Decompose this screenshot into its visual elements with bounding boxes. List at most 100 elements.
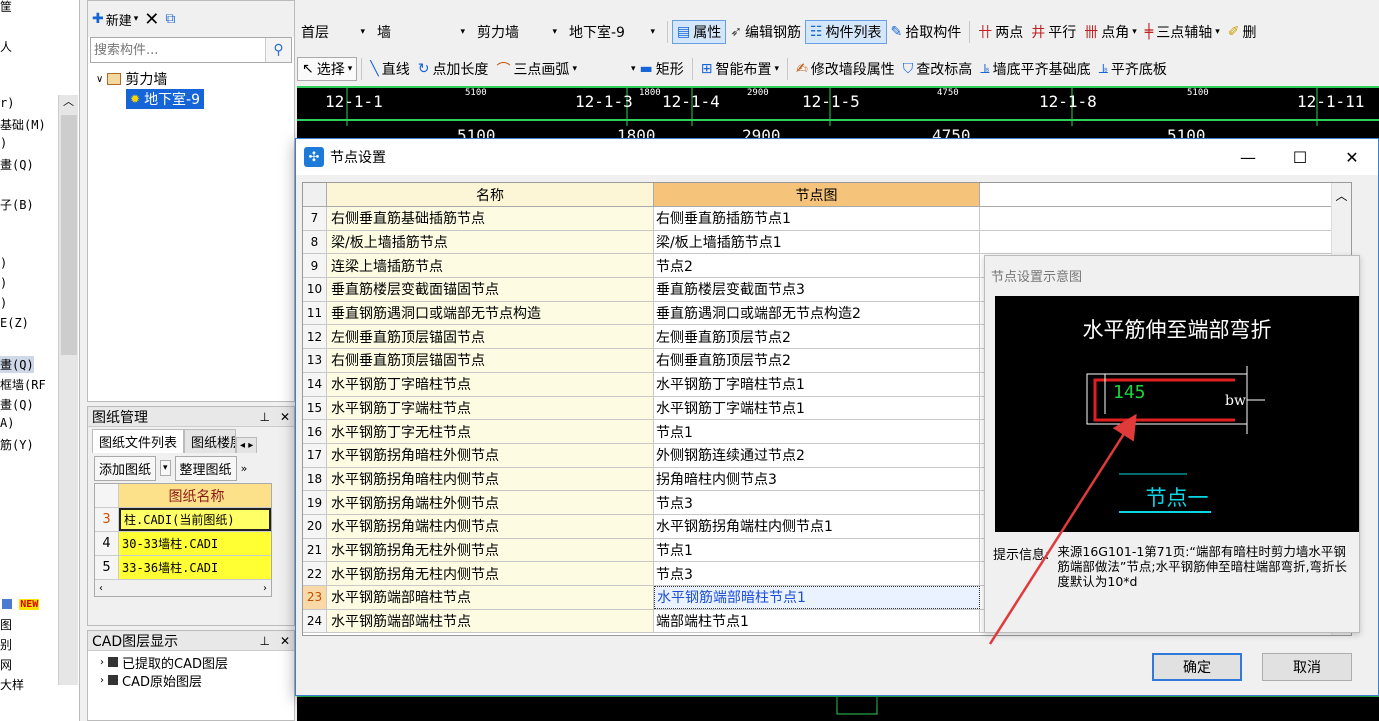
cancel-button[interactable]: 取消 — [1262, 653, 1352, 681]
left-module-item[interactable]: ) — [0, 296, 7, 310]
chevron-right-icon[interactable]: › — [263, 583, 267, 594]
left-module-item[interactable]: 畫(Q) — [0, 356, 34, 373]
row-node-select[interactable]: 水平钢筋拐角端柱内侧节点1 — [654, 514, 980, 538]
expand-icon[interactable]: › — [100, 675, 104, 686]
pin-icon[interactable]: ⊥ — [259, 634, 269, 648]
search-button[interactable]: ⚲ — [265, 38, 291, 62]
type-select[interactable]: 墙 ▾ — [373, 20, 469, 44]
layer-original[interactable]: › CAD原始图层 — [88, 671, 294, 690]
left-module-item[interactable]: r) — [0, 96, 14, 110]
row-node-select[interactable]: 水平钢筋丁字暗柱节点1 — [654, 372, 980, 396]
instance-select[interactable]: 地下室-9 ▾ — [565, 20, 659, 44]
drawing-table-hscroll[interactable]: ‹ › — [95, 580, 271, 596]
parallel-button[interactable]: 井 平行 — [1027, 20, 1080, 44]
left-module-item[interactable]: 筐 — [0, 0, 12, 15]
overflow-icon[interactable]: » — [241, 462, 248, 475]
select-button[interactable]: ↖ 选择 ▾ — [297, 57, 358, 81]
new-component-button[interactable]: ✚ 新建 ▾ — [92, 10, 138, 29]
minimize-button[interactable]: — — [1222, 139, 1274, 175]
row-node-select[interactable]: 节点2 — [654, 254, 980, 278]
tree-node-shear-wall[interactable]: ∨ 剪力墙 — [96, 69, 294, 89]
left-module-item[interactable]: ) — [0, 256, 7, 270]
row-node-select[interactable]: 端部端柱节点1 — [654, 609, 980, 633]
delete-axis-button[interactable]: ✐ 删 — [1224, 20, 1261, 44]
left-module-item[interactable]: 基础(M) — [0, 116, 46, 133]
line-button[interactable]: ╲ 直线 — [366, 57, 413, 81]
point-length-button[interactable]: ↻ 点加长度 — [414, 57, 493, 81]
smart-layout-button[interactable]: ⊞ 智能布置 ▾ — [697, 57, 783, 81]
row-node-select[interactable]: 右侧垂直筋顶层节点2 — [654, 349, 980, 372]
left-module-item[interactable]: A) — [0, 416, 14, 430]
row-node-select[interactable]: 左侧垂直筋顶层节点2 — [654, 325, 980, 349]
new-feature-item[interactable]: NEW — [2, 596, 40, 610]
tree-node-basement-9[interactable]: ✹ 地下室-9 — [96, 89, 294, 109]
subtype-select[interactable]: 剪力墙 ▾ — [473, 20, 561, 44]
row-node-select[interactable]: 水平钢筋端部暗柱节点1 — [654, 586, 980, 609]
row-node-select[interactable]: 外侧钢筋连续通过节点2 — [654, 443, 980, 467]
left-module-item[interactable]: 大样 — [0, 676, 24, 693]
left-scrollbar[interactable]: ︿ — [58, 95, 78, 685]
tab-drawing-files[interactable]: 图纸文件列表 — [92, 429, 185, 453]
pick-comp-button[interactable]: ✎ 拾取构件 — [887, 20, 966, 44]
left-module-item[interactable]: 图 — [0, 616, 12, 633]
expand-icon[interactable]: › — [100, 657, 104, 668]
bend-length-value[interactable]: 145 — [1113, 382, 1146, 403]
row-node-select[interactable]: 梁/板上墙插筋节点1 — [654, 230, 980, 254]
floor-select[interactable]: 首层 ▾ — [297, 20, 369, 44]
row-node-select[interactable]: 水平钢筋丁字端柱节点1 — [654, 396, 980, 420]
copy-icon[interactable]: ⧉ — [165, 11, 175, 27]
row-node-select[interactable]: 右侧垂直筋插筋节点1 — [654, 207, 980, 230]
pin-icon[interactable]: ⊥ — [259, 410, 269, 424]
chevron-left-icon[interactable]: ‹ — [99, 583, 103, 594]
left-module-item[interactable]: ) — [0, 136, 7, 150]
layer-extracted[interactable]: › 已提取的CAD图层 — [88, 653, 294, 672]
align-floor-button[interactable]: ⫡ 平齐底板 — [1095, 57, 1171, 81]
add-drawing-dropdown[interactable]: ▾ — [160, 460, 171, 476]
left-module-item[interactable]: 别 — [0, 636, 12, 653]
rect-button[interactable]: ▬ 矩形 — [636, 57, 688, 81]
three-point-axis-button[interactable]: ╪ 三点辅轴 ▾ — [1141, 20, 1224, 44]
row-node-select[interactable]: 节点3 — [654, 491, 980, 514]
comp-list-button[interactable]: ☷ 构件列表 — [804, 20, 887, 44]
tree-selected-item[interactable]: ✹ 地下室-9 — [126, 89, 205, 109]
maximize-button[interactable]: ☐ — [1274, 139, 1326, 175]
close-icon[interactable]: ✕ — [280, 410, 290, 424]
align-base-button[interactable]: ⫡ 墙底平齐基础底 — [976, 57, 1094, 81]
drawing-row[interactable]: 4 30-33墙柱.CADI — [95, 532, 271, 556]
search-input[interactable] — [91, 38, 265, 62]
two-points-button[interactable]: 卄 两点 — [974, 20, 1027, 44]
checkbox-icon[interactable] — [108, 675, 118, 685]
left-module-item[interactable]: 框墙(RF — [0, 376, 46, 393]
left-module-item[interactable]: 筋(Y) — [0, 436, 34, 453]
row-node-select[interactable]: 节点3 — [654, 562, 980, 585]
checkbox-icon[interactable] — [108, 657, 118, 667]
close-icon[interactable]: ✕ — [280, 634, 290, 648]
row-node-select[interactable]: 节点1 — [654, 538, 980, 562]
tab-scroll-arrows[interactable]: ◂ ▸ — [236, 437, 258, 453]
left-module-item[interactable]: 畫(Q) — [0, 156, 34, 173]
three-point-arc-button[interactable]: ⌒ 三点画弧 ▾ — [492, 57, 581, 81]
add-drawing-button[interactable]: 添加图纸 — [94, 455, 157, 481]
left-module-item[interactable]: 子(B) — [0, 196, 34, 213]
row-node-select[interactable]: 节点1 — [654, 420, 980, 443]
row-node-select[interactable]: 拐角暗柱内侧节点3 — [654, 467, 980, 491]
left-module-item[interactable]: E(Z) — [0, 316, 29, 330]
attr-button[interactable]: ▤ 属性 — [672, 20, 727, 44]
tab-drawing-floors[interactable]: 图纸楼层 — [184, 429, 237, 453]
close-button[interactable]: ✕ — [1326, 139, 1378, 175]
ok-button[interactable]: 确定 — [1152, 653, 1242, 681]
collapse-icon[interactable]: ∨ — [96, 74, 103, 85]
scroll-thumb[interactable] — [61, 115, 77, 355]
organize-drawing-button[interactable]: 整理图纸 — [174, 455, 237, 481]
point-angle-button[interactable]: 卌 点角 ▾ — [1080, 20, 1141, 44]
left-module-item[interactable]: 人 — [0, 38, 12, 55]
drawing-row[interactable]: 5 33-36墙柱.CADI — [95, 556, 271, 580]
edit-rebar-button[interactable]: ➶ 编辑钢筋 — [726, 20, 805, 44]
row-node-select[interactable]: 垂直筋遇洞口或端部无节点构造2 — [654, 301, 980, 325]
modify-segment-button[interactable]: ✍ 修改墙段属性 — [792, 57, 899, 81]
node-setting-row[interactable]: 8 梁/板上墙插筋节点 梁/板上墙插筋节点1 — [303, 230, 1351, 255]
delete-icon[interactable]: ✕ — [144, 9, 159, 30]
left-module-item[interactable]: ) — [0, 276, 7, 290]
chevron-up-icon[interactable]: ︿ — [63, 93, 74, 109]
node-setting-row[interactable]: 7 右侧垂直筋基础插筋节点 右侧垂直筋插筋节点1 — [303, 207, 1351, 231]
